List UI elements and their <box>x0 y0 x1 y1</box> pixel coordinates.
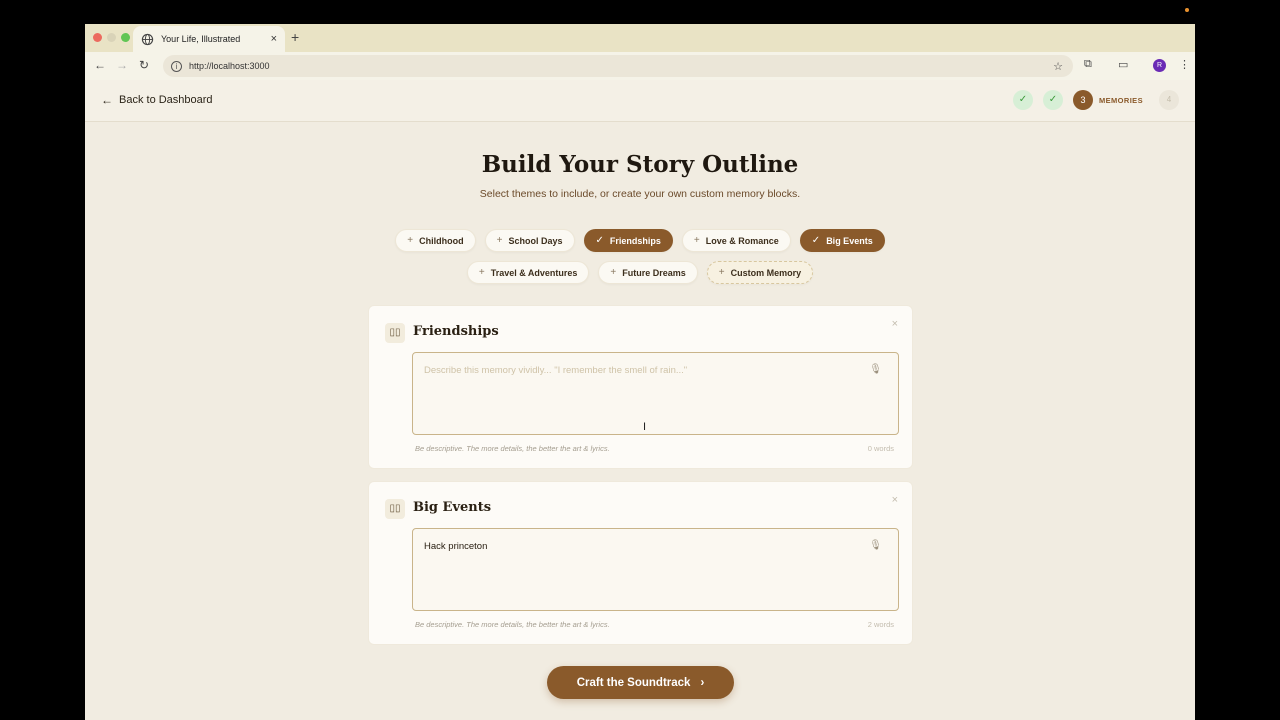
chip-label: Future Dreams <box>622 267 686 278</box>
plus-icon: + <box>496 235 503 246</box>
check-icon: ✓ <box>811 235 821 246</box>
step-1-complete-check-icon: ✓ <box>1012 90 1033 110</box>
close-icon[interactable]: × <box>892 494 898 506</box>
memory-textarea[interactable] <box>412 528 899 611</box>
bookmark-star-icon[interactable]: ☆ <box>1053 60 1063 73</box>
helper-text: Be descriptive. The more details, the be… <box>415 620 610 629</box>
book-icon: ▯▯ <box>385 323 405 343</box>
helper-text: Be descriptive. The more details, the be… <box>415 444 610 453</box>
chip-love-romance[interactable]: + Love & Romance <box>681 229 791 252</box>
browser-tab[interactable]: Your Life, Illustrated × <box>133 26 285 52</box>
theme-chips-row-1: + Childhood + School Days ✓ Friendships + Lo… <box>85 229 1195 252</box>
chip-label: Custom Memory <box>730 267 802 278</box>
globe-icon <box>141 33 154 45</box>
tab-close-icon[interactable]: × <box>271 33 277 45</box>
recording-indicator <box>1185 8 1189 12</box>
step-next-number: 4 <box>1159 90 1179 110</box>
check-icon: ✓ <box>595 235 604 246</box>
menu-kebab-icon[interactable]: ⋮ <box>1179 58 1190 71</box>
microphone-icon[interactable]: 🎙 <box>869 364 882 375</box>
chip-travel-adventures[interactable]: + Travel & Adventures <box>466 261 590 284</box>
plus-icon: + <box>693 235 700 246</box>
memory-card-big-events: ▯▯ Big Events × 🎙 Be descriptive. The mo… <box>368 481 913 645</box>
page-subtitle: Select themes to include, or create your… <box>479 188 801 200</box>
step-current-number: 3 <box>1072 90 1093 110</box>
new-tab-button[interactable]: + <box>291 29 299 45</box>
back-arrow-icon[interactable]: ← <box>94 58 106 72</box>
chip-label: School Days <box>508 235 563 246</box>
chevron-right-icon: › <box>700 676 705 689</box>
forward-arrow-icon[interactable]: → <box>116 58 128 72</box>
address-bar[interactable]: i http://localhost:3000 ☆ <box>163 55 1073 77</box>
reload-icon[interactable]: ↻ <box>139 58 149 72</box>
craft-soundtrack-button[interactable]: Craft the Soundtrack › <box>547 666 734 699</box>
close-window-button[interactable] <box>93 33 102 42</box>
window-controls <box>93 33 130 42</box>
tab-strip: Your Life, Illustrated × + <box>85 24 1195 52</box>
text-cursor-icon: I <box>643 421 647 433</box>
word-count: 2 words <box>867 620 894 629</box>
app-header: ← Back to Dashboard ✓ ✓ 3 MEMORIES 4 <box>85 80 1195 122</box>
word-count: 0 words <box>867 444 894 453</box>
page-title: Build Your Story Outline <box>481 151 799 178</box>
site-info-icon[interactable]: i <box>171 60 182 72</box>
chip-childhood[interactable]: + Childhood <box>395 229 476 252</box>
microphone-icon[interactable]: 🎙 <box>869 540 882 551</box>
minimize-window-button[interactable] <box>107 33 116 42</box>
chip-label: Big Events <box>826 235 873 246</box>
tab-title: Your Life, Illustrated <box>161 34 241 44</box>
progress-steps: ✓ ✓ 3 MEMORIES 4 <box>1012 90 1179 110</box>
memory-textarea[interactable] <box>412 352 899 435</box>
plus-icon: + <box>610 267 617 278</box>
card-title: Friendships <box>413 324 499 339</box>
chip-future-dreams[interactable]: + Future Dreams <box>598 261 698 284</box>
chip-label: Travel & Adventures <box>490 267 578 278</box>
theme-chips-row-2: + Travel & Adventures + Future Dreams + Cus… <box>85 261 1195 284</box>
chip-school-days[interactable]: + School Days <box>484 229 575 252</box>
book-icon: ▯▯ <box>385 499 405 519</box>
memory-card-friendships: ▯▯ Friendships × 🎙 Be descriptive. The m… <box>368 305 913 469</box>
extensions-icon[interactable]: ⧉ <box>1084 58 1092 71</box>
chip-custom-memory[interactable]: + Custom Memory <box>706 261 814 284</box>
profile-avatar[interactable]: R <box>1153 59 1166 72</box>
maximize-window-button[interactable] <box>121 33 130 42</box>
chip-friendships[interactable]: ✓ Friendships <box>583 229 673 252</box>
chip-label: Love & Romance <box>705 235 779 246</box>
back-to-dashboard-link[interactable]: ← Back to Dashboard <box>101 93 213 107</box>
plus-icon: + <box>407 235 414 246</box>
chip-big-events[interactable]: ✓ Big Events <box>799 229 885 252</box>
arrow-left-icon: ← <box>101 93 113 107</box>
cta-label: Craft the Soundtrack <box>576 676 691 689</box>
step-2-complete-check-icon: ✓ <box>1042 90 1063 110</box>
chip-label: Childhood <box>419 235 464 246</box>
step-current-label: MEMORIES <box>1098 95 1143 105</box>
browser-toolbar: ← → ↻ i http://localhost:3000 ☆ ⧉ ▭ R ⋮ <box>85 52 1195 80</box>
browser-window: Your Life, Illustrated × + ← → ↻ i http:… <box>85 24 1195 720</box>
card-title: Big Events <box>413 500 492 515</box>
plus-icon: + <box>478 267 485 278</box>
cast-icon[interactable]: ▭ <box>1118 58 1128 71</box>
url-text[interactable]: http://localhost:3000 <box>189 61 1053 71</box>
plus-icon: + <box>718 267 725 278</box>
chip-label: Friendships <box>609 235 661 246</box>
back-label: Back to Dashboard <box>119 94 213 106</box>
close-icon[interactable]: × <box>892 318 898 330</box>
